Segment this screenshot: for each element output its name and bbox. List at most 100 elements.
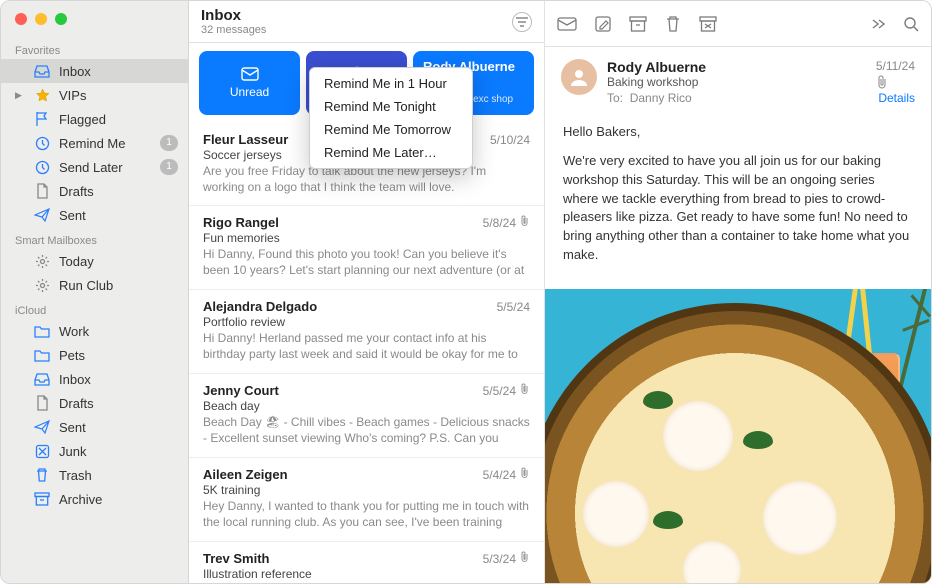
sender-name: Rody Albuerne xyxy=(607,59,866,75)
message-item[interactable]: Alejandra Delgado5/5/24Portfolio review H… xyxy=(189,290,544,374)
sidebar-item-label: VIPs xyxy=(59,88,178,103)
message-paragraph: We're very excited to have you all join … xyxy=(563,152,913,265)
message-date: 5/5/24 xyxy=(497,300,530,314)
sidebar-item-vips[interactable]: ▶ VIPs xyxy=(1,83,188,107)
chevron-right-icon: ▶ xyxy=(15,90,25,101)
message-from: Alejandra Delgado xyxy=(203,299,497,314)
message-attachment-image[interactable] xyxy=(545,289,931,583)
sidebar-item-trash[interactable]: Trash xyxy=(1,463,188,487)
trash-icon xyxy=(33,467,51,483)
close-window-button[interactable] xyxy=(15,13,27,25)
envelope-icon xyxy=(241,67,259,81)
minimize-window-button[interactable] xyxy=(35,13,47,25)
context-menu-item[interactable]: Remind Me Tonight xyxy=(310,95,472,118)
attachment-icon xyxy=(520,215,530,227)
sidebar-item-label: Archive xyxy=(59,492,178,507)
clock-icon xyxy=(33,136,51,151)
message-subject: Baking workshop xyxy=(607,75,866,89)
message-from: Rigo Rangel xyxy=(203,215,483,230)
sidebar-item-sent[interactable]: Sent xyxy=(1,415,188,439)
sidebar-item-inbox[interactable]: Inbox xyxy=(1,59,188,83)
message-subject: Portfolio review xyxy=(203,315,530,329)
sidebar-item-inbox[interactable]: Inbox xyxy=(1,367,188,391)
reply-button[interactable] xyxy=(557,17,577,31)
message-date: 5/11/24 xyxy=(876,59,915,73)
compose-button[interactable] xyxy=(595,16,611,32)
sender-avatar[interactable] xyxy=(561,59,597,95)
archive-button[interactable] xyxy=(629,16,647,32)
chip-unread-label: Unread xyxy=(230,85,269,99)
doc-icon xyxy=(33,183,51,199)
sidebar-item-label: Send Later xyxy=(59,160,152,175)
message-item[interactable]: Trev Smith5/3/24Illustration referenceHi… xyxy=(189,542,544,584)
sidebar-badge: 1 xyxy=(160,135,178,151)
context-menu-item[interactable]: Remind Me Tomorrow xyxy=(310,118,472,141)
reader-pane: Rody Albuerne Baking workshop To: Danny … xyxy=(545,1,931,583)
message-preview: Beach Day 🏖 - Chill vibes - Beach games … xyxy=(203,415,530,447)
sidebar-badge: 1 xyxy=(160,159,178,175)
message-subject: Fun memories xyxy=(203,231,530,245)
sidebar-item-label: Sent xyxy=(59,420,178,435)
sidebar-item-archive[interactable]: Archive xyxy=(1,487,188,511)
sidebar-item-label: Junk xyxy=(59,444,178,459)
attachment-icon xyxy=(876,75,915,89)
attachment-icon xyxy=(520,383,530,395)
zoom-window-button[interactable] xyxy=(55,13,67,25)
sidebar-item-remind-me[interactable]: Remind Me 1 xyxy=(1,131,188,155)
sidebar-section-favorites: Favorites xyxy=(1,37,188,59)
chip-unread[interactable]: Unread xyxy=(199,51,300,115)
folder-icon xyxy=(33,325,51,338)
message-item[interactable]: Rigo Rangel5/8/24Fun memoriesHi Danny, F… xyxy=(189,206,544,290)
sidebar: Favorites Inbox▶VIPsFlaggedRemind Me1Sen… xyxy=(1,1,189,583)
gear-icon xyxy=(33,278,51,293)
attachment-icon xyxy=(520,467,530,479)
details-link[interactable]: Details xyxy=(876,91,915,105)
sidebar-item-sent[interactable]: Sent xyxy=(1,203,188,227)
junk-button[interactable] xyxy=(699,16,717,32)
junk-icon xyxy=(33,444,51,459)
context-menu-item[interactable]: Remind Me in 1 Hour xyxy=(310,72,472,95)
search-button[interactable] xyxy=(903,16,919,32)
gear-icon xyxy=(33,254,51,269)
doc-icon xyxy=(33,395,51,411)
archive-icon xyxy=(33,492,51,506)
sidebar-item-flagged[interactable]: Flagged xyxy=(1,107,188,131)
sidebar-section-smart: Smart Mailboxes xyxy=(1,227,188,249)
message-from: Trev Smith xyxy=(203,551,483,566)
context-menu-item[interactable]: Remind Me Later… xyxy=(310,141,472,164)
message-date: 5/10/24 xyxy=(490,133,530,147)
folder-icon xyxy=(33,349,51,362)
sidebar-item-label: Inbox xyxy=(59,372,178,387)
message-date: 5/4/24 xyxy=(483,468,516,482)
message-preview: Hey Danny, I wanted to thank you for put… xyxy=(203,499,530,531)
sidebar-item-label: Remind Me xyxy=(59,136,152,151)
list-subtitle: 32 messages xyxy=(201,24,266,36)
star-icon xyxy=(33,88,51,103)
sidebar-item-run-club[interactable]: Run Club xyxy=(1,273,188,297)
message-item[interactable]: Jenny Court5/5/24Beach dayBeach Day 🏖 - … xyxy=(189,374,544,458)
message-preview: Hi Danny! Herland passed me your contact… xyxy=(203,331,530,363)
sidebar-item-send-later[interactable]: Send Later 1 xyxy=(1,155,188,179)
message-to: To: Danny Rico xyxy=(607,91,866,105)
sidebar-item-junk[interactable]: Junk xyxy=(1,439,188,463)
sidebar-item-today[interactable]: Today xyxy=(1,249,188,273)
inbox-icon xyxy=(33,372,51,386)
message-subject: Illustration reference xyxy=(203,567,530,581)
sidebar-item-pets[interactable]: Pets xyxy=(1,343,188,367)
filter-button[interactable] xyxy=(512,12,532,32)
attachment-icon xyxy=(520,551,530,563)
sidebar-item-label: Run Club xyxy=(59,278,178,293)
sidebar-item-work[interactable]: Work xyxy=(1,319,188,343)
sidebar-item-label: Drafts xyxy=(59,396,178,411)
sidebar-item-drafts[interactable]: Drafts xyxy=(1,179,188,203)
window-controls xyxy=(1,1,188,37)
sidebar-item-label: Today xyxy=(59,254,178,269)
sidebar-item-drafts[interactable]: Drafts xyxy=(1,391,188,415)
message-date: 5/3/24 xyxy=(483,552,516,566)
message-date: 5/5/24 xyxy=(483,384,516,398)
message-item[interactable]: Aileen Zeigen5/4/245K trainingHey Danny,… xyxy=(189,458,544,542)
more-button[interactable] xyxy=(871,18,885,30)
message-preview: Hi Danny, Found this photo you took! Can… xyxy=(203,247,530,279)
delete-button[interactable] xyxy=(665,15,681,33)
message-body: Hello Bakers, We're very excited to have… xyxy=(545,115,931,289)
